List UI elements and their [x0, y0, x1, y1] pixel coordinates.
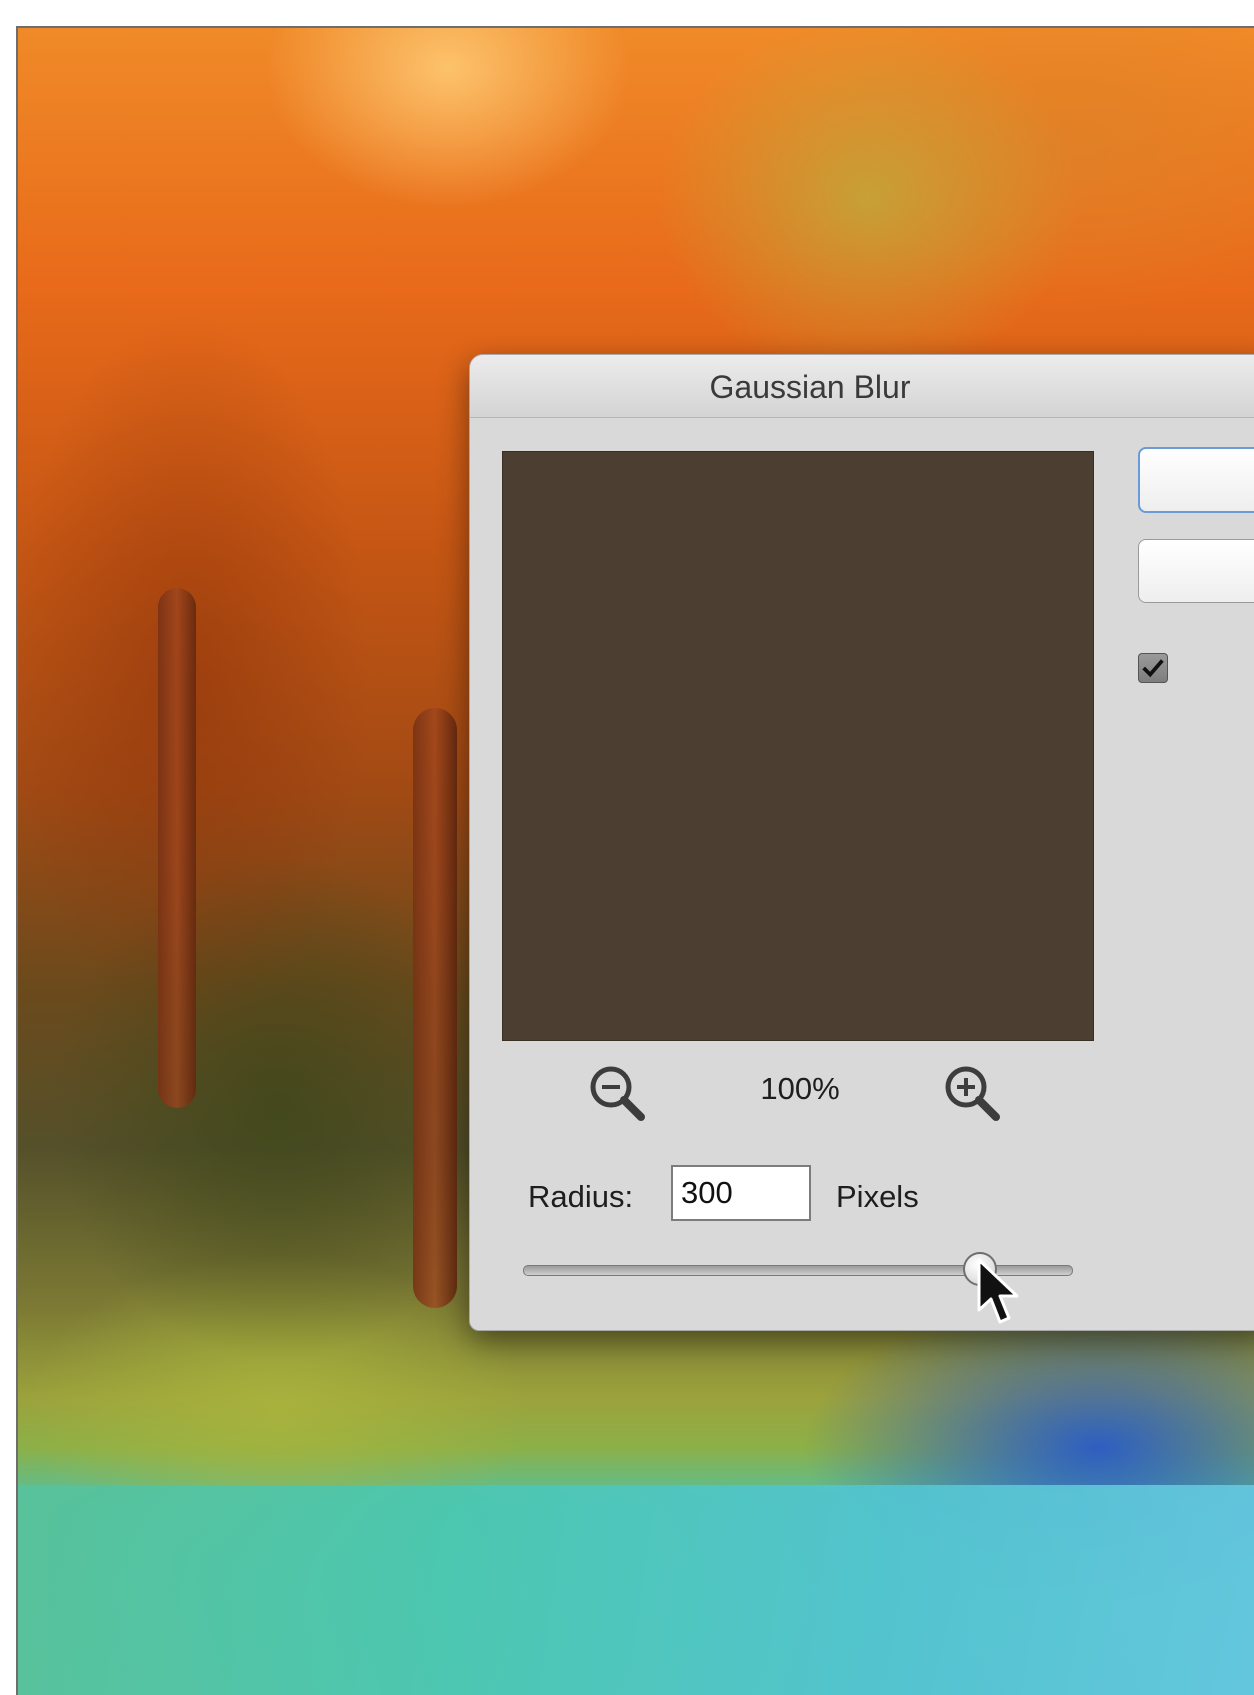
water-area	[18, 1485, 1254, 1695]
ok-button[interactable]	[1138, 447, 1254, 513]
tree-trunk	[158, 588, 196, 1108]
gaussian-blur-dialog: Gaussian Blur 100% Radius: Pixels	[469, 354, 1254, 1331]
radius-label: Radius:	[528, 1179, 634, 1214]
dialog-title: Gaussian Blur	[709, 369, 911, 405]
dialog-title-bar[interactable]: Gaussian Blur	[470, 355, 1254, 418]
blur-preview[interactable]	[502, 451, 1094, 1041]
checkmark-icon	[1142, 659, 1164, 678]
mouse-pointer-icon	[977, 1258, 1018, 1324]
tree-trunk	[413, 708, 457, 1308]
units-label: Pixels	[836, 1179, 919, 1214]
zoom-in-icon[interactable]	[940, 1061, 1004, 1125]
zoom-level-label: 100%	[760, 1071, 840, 1106]
zoom-out-icon[interactable]	[585, 1061, 649, 1125]
cancel-button[interactable]	[1138, 539, 1254, 603]
radius-input[interactable]	[671, 1165, 811, 1221]
preview-checkbox[interactable]	[1138, 653, 1168, 683]
